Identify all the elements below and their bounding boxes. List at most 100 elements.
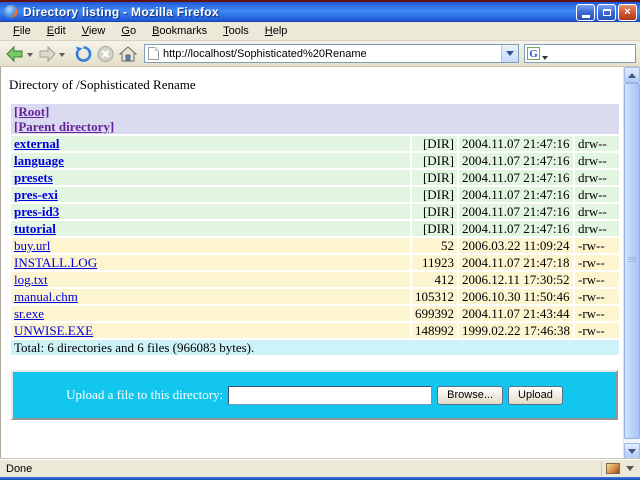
dir-link[interactable]: language xyxy=(14,153,64,168)
cell-perm: drw-- xyxy=(575,204,619,219)
scroll-down-button[interactable] xyxy=(624,443,640,459)
cell-date: 1999.02.22 17:46:38 xyxy=(459,323,573,338)
image-icon xyxy=(606,463,620,474)
forward-button[interactable] xyxy=(36,44,67,64)
stop-button[interactable] xyxy=(95,44,116,64)
url-text[interactable]: http://localhost/Sophisticated%20Rename xyxy=(163,48,501,60)
file-link[interactable]: log.txt xyxy=(14,272,48,287)
total-text: Total: 6 directories and 6 files (966083… xyxy=(11,340,619,355)
scrollbar-grip xyxy=(628,257,636,263)
file-link[interactable]: manual.chm xyxy=(14,289,78,304)
scroll-up-button[interactable] xyxy=(624,67,640,83)
total-row: Total: 6 directories and 6 files (966083… xyxy=(11,340,619,355)
file-row: buy.url522006.03.22 11:09:24-rw-- xyxy=(11,238,619,253)
dir-link[interactable]: tutorial xyxy=(14,221,56,236)
dir-row: pres-exi[DIR]2004.11.07 21:47:16drw-- xyxy=(11,187,619,202)
url-bar[interactable]: http://localhost/Sophisticated%20Rename xyxy=(144,44,519,63)
page-favicon xyxy=(148,47,159,60)
scrollbar-thumb[interactable] xyxy=(624,83,640,439)
dir-row: pres-id3[DIR]2004.11.07 21:47:16drw-- xyxy=(11,204,619,219)
file-link[interactable]: sr.exe xyxy=(14,306,44,321)
title-bar: Directory listing - Mozilla Firefox × xyxy=(0,2,640,22)
chevron-down-icon xyxy=(506,51,514,56)
cell-perm: drw-- xyxy=(575,170,619,185)
cell-size: [DIR] xyxy=(412,153,457,168)
upload-label: Upload a file to this directory: xyxy=(66,387,223,403)
dir-link[interactable]: external xyxy=(14,136,59,151)
cell-size: [DIR] xyxy=(412,136,457,151)
menu-bookmarks[interactable]: Bookmarks xyxy=(144,23,215,40)
menu-tools[interactable]: Tools xyxy=(215,23,257,40)
status-bar: Done xyxy=(0,459,640,477)
cell-perm: -rw-- xyxy=(575,306,619,321)
menu-edit[interactable]: Edit xyxy=(39,23,74,40)
search-input[interactable] xyxy=(548,46,635,61)
reload-icon xyxy=(74,45,93,63)
cell-size: 11923 xyxy=(412,255,457,270)
file-link[interactable]: UNWISE.EXE xyxy=(14,323,93,338)
file-link[interactable]: buy.url xyxy=(14,238,50,253)
cell-perm: -rw-- xyxy=(575,255,619,270)
search-box[interactable]: G xyxy=(524,44,636,63)
cell-date: 2006.12.11 17:30:52 xyxy=(459,272,573,287)
window-title: Directory listing - Mozilla Firefox xyxy=(23,5,574,19)
file-row: UNWISE.EXE 1489921999.02.22 17:46:38-rw-- xyxy=(11,323,619,338)
cell-date: 2004.11.07 21:47:16 xyxy=(459,136,573,151)
minimize-icon xyxy=(582,15,590,18)
status-extension-cell[interactable] xyxy=(601,462,638,476)
restore-button[interactable] xyxy=(597,4,616,21)
reload-button[interactable] xyxy=(73,44,94,64)
upload-file-input[interactable] xyxy=(228,386,432,405)
cell-date: 2004.11.07 21:47:16 xyxy=(459,221,573,236)
file-link[interactable]: INSTALL.LOG xyxy=(14,255,97,270)
scroll-down-icon xyxy=(628,449,636,454)
close-button[interactable]: × xyxy=(618,4,637,21)
minimize-button[interactable] xyxy=(576,4,595,21)
nav-link[interactable]: [Root] xyxy=(14,104,49,119)
dir-row: external[DIR]2004.11.07 21:47:16drw-- xyxy=(11,136,619,151)
url-dropdown-button[interactable] xyxy=(501,45,518,62)
cell-size: 52 xyxy=(412,238,457,253)
menu-go[interactable]: Go xyxy=(113,23,144,40)
cell-size: 105312 xyxy=(412,289,457,304)
forward-icon xyxy=(37,45,57,63)
firefox-window: Directory listing - Mozilla Firefox × Fi… xyxy=(0,0,640,480)
browser-content: Directory of /Sophisticated Rename [Root… xyxy=(0,67,640,459)
cell-perm: -rw-- xyxy=(575,238,619,253)
cell-size: 148992 xyxy=(412,323,457,338)
cell-size: [DIR] xyxy=(412,170,457,185)
file-row: log.txt4122006.12.11 17:30:52-rw-- xyxy=(11,272,619,287)
cell-date: 2006.10.30 11:50:46 xyxy=(459,289,573,304)
dir-link[interactable]: presets xyxy=(14,170,53,185)
home-icon xyxy=(118,45,138,63)
menu-help[interactable]: Help xyxy=(257,23,296,40)
dir-link[interactable]: pres-exi xyxy=(14,187,58,202)
page-heading: Directory of /Sophisticated Rename xyxy=(9,77,621,93)
menu-file[interactable]: File xyxy=(5,23,39,40)
dir-link[interactable]: pres-id3 xyxy=(14,204,59,219)
back-button[interactable] xyxy=(4,44,35,64)
listing-table-body: [Root][Parent directory]external[DIR]200… xyxy=(11,104,619,355)
nav-link[interactable]: [Parent directory] xyxy=(14,119,114,134)
cell-date: 2004.11.07 21:47:16 xyxy=(459,153,573,168)
vertical-scrollbar[interactable] xyxy=(623,67,640,459)
cell-perm: -rw-- xyxy=(575,323,619,338)
page-area: Directory of /Sophisticated Rename [Root… xyxy=(1,67,623,459)
menu-view[interactable]: View xyxy=(74,23,114,40)
cell-perm: -rw-- xyxy=(575,289,619,304)
home-button[interactable] xyxy=(117,44,139,64)
cell-date: 2004.11.07 21:47:16 xyxy=(459,187,573,202)
status-dropdown-icon[interactable] xyxy=(626,466,634,471)
navigation-toolbar: http://localhost/Sophisticated%20Rename … xyxy=(0,41,640,67)
dir-row: language[DIR]2004.11.07 21:47:16drw-- xyxy=(11,153,619,168)
cell-size: [DIR] xyxy=(412,204,457,219)
firefox-icon xyxy=(4,5,18,19)
cell-date: 2004.11.07 21:47:16 xyxy=(459,170,573,185)
upload-button[interactable]: Upload xyxy=(508,386,563,405)
browse-button[interactable]: Browse... xyxy=(437,386,503,405)
file-row: INSTALL.LOG119232004.11.07 21:47:18-rw-- xyxy=(11,255,619,270)
forward-dropdown-icon[interactable] xyxy=(59,53,65,57)
cell-perm: drw-- xyxy=(575,221,619,236)
back-dropdown-icon[interactable] xyxy=(27,53,33,57)
directory-listing-table: [Root][Parent directory]external[DIR]200… xyxy=(9,102,621,357)
